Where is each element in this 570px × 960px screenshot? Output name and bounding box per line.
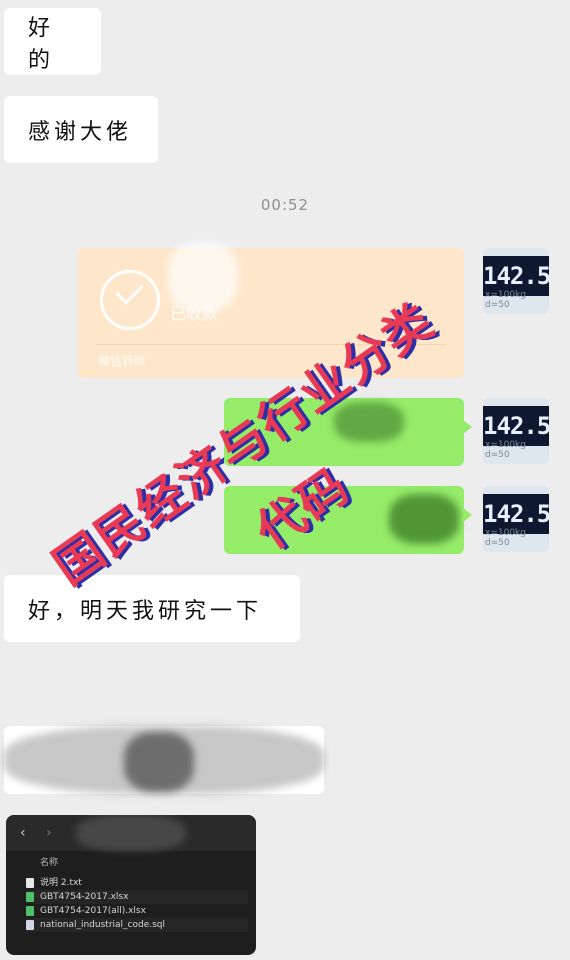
avatar[interactable]: 142.526 x=100kg d=50	[483, 248, 549, 314]
file-row[interactable]: GBT4754-2017.xlsx	[26, 890, 248, 904]
message-bubble-incoming[interactable]: 好的	[4, 8, 101, 75]
chevron-left-icon[interactable]: ‹	[20, 825, 26, 841]
column-header-name: 名称	[40, 858, 59, 868]
redaction-scribble	[76, 815, 186, 851]
message-text: 好，明天我研究一下	[28, 598, 263, 624]
chevron-right-icon[interactable]: ›	[46, 825, 52, 841]
file-name: GBT4754-2017(all).xlsx	[40, 906, 146, 916]
txt-file-icon	[26, 878, 34, 888]
file-row[interactable]: national_industrial_code.sql	[26, 918, 248, 932]
file-row[interactable]: GBT4754-2017(all).xlsx	[26, 904, 248, 918]
message-bubble-incoming[interactable]: 感谢大佬	[4, 96, 158, 163]
avatar-display: 142.5	[483, 262, 549, 290]
avatar[interactable]: 142.526 x=100kg d=50	[483, 486, 549, 552]
redaction-scribble	[334, 402, 404, 442]
xlsx-file-icon	[26, 892, 34, 902]
file-name: GBT4754-2017.xlsx	[40, 892, 129, 902]
avatar-caption: x=100kg d=50	[485, 290, 526, 310]
message-bubble-outgoing[interactable]	[224, 398, 472, 466]
message-text: 感谢大佬	[28, 119, 133, 145]
message-bubble-incoming[interactable]: 好，明天我研究一下	[4, 575, 300, 642]
avatar-caption: x=100kg d=50	[485, 528, 526, 548]
finder-toolbar: ‹ ›	[6, 815, 256, 851]
avatar-caption: x=100kg d=50	[485, 440, 526, 460]
redaction-scribble	[124, 732, 194, 792]
transfer-footer: 微信转账	[98, 354, 147, 368]
file-name: national_industrial_code.sql	[40, 920, 165, 930]
avatar[interactable]: 142.526 x=100kg d=50	[483, 398, 549, 464]
redaction-scribble	[168, 242, 238, 312]
message-timestamp: 00:52	[260, 196, 310, 214]
redaction-scribble	[389, 494, 459, 544]
message-text: 好的	[28, 15, 55, 73]
divider	[96, 344, 446, 345]
file-name: 说明 2.txt	[40, 878, 82, 888]
avatar-display: 142.5	[483, 500, 549, 528]
check-circle-icon	[100, 270, 160, 330]
file-browser-screenshot[interactable]: ‹ › 名称 说明 2.txt GBT4754-2017.xlsx GBT475…	[6, 815, 256, 955]
message-bubble-incoming[interactable]	[4, 726, 324, 794]
message-bubble-outgoing[interactable]	[224, 486, 472, 554]
file-row[interactable]: 说明 2.txt	[26, 876, 248, 890]
xlsx-file-icon	[26, 906, 34, 916]
avatar-display: 142.5	[483, 412, 549, 440]
sql-file-icon	[26, 920, 34, 930]
transfer-card[interactable]: 已收款 微信转账	[78, 242, 464, 378]
